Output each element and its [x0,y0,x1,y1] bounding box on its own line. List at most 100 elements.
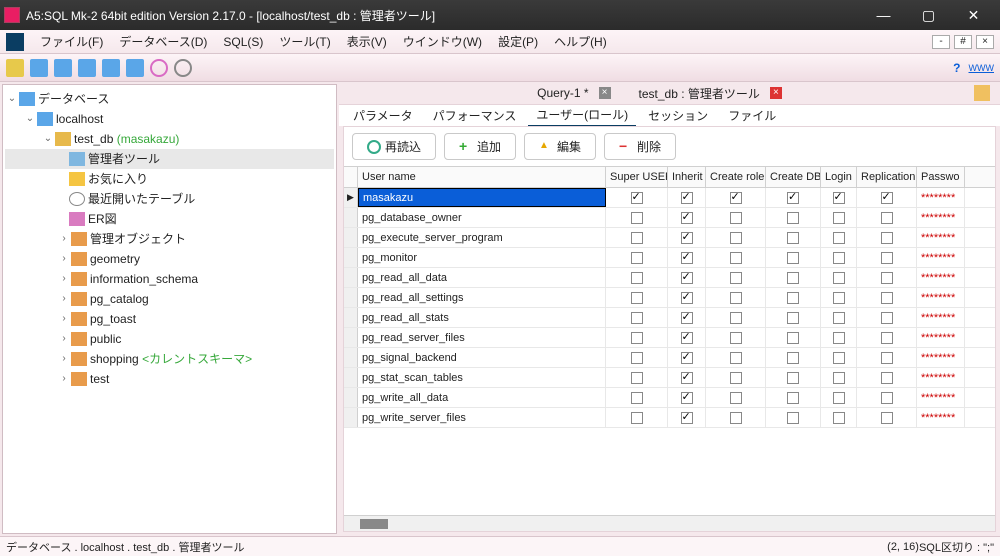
table-row[interactable]: pg_signal_backend******** [344,348,995,368]
menu-view[interactable]: 表示(V) [339,31,395,52]
checkbox[interactable] [730,372,742,384]
menu-help[interactable]: ヘルプ(H) [546,31,615,52]
cell-createdb[interactable] [766,368,821,387]
cell-createrole[interactable] [706,288,766,307]
cell-inherit[interactable] [668,228,706,247]
cell-super[interactable] [606,268,668,287]
cell-repl[interactable] [857,388,917,407]
tree-root[interactable]: データベース [38,90,109,108]
checkbox[interactable] [730,292,742,304]
col-login[interactable]: Login [821,167,857,187]
cell-name[interactable]: pg_read_server_files [358,328,606,347]
cell-login[interactable] [821,268,857,287]
checkbox[interactable] [787,272,799,284]
col-password[interactable]: Passwo [917,167,965,187]
checkbox[interactable] [787,212,799,224]
cell-createrole[interactable] [706,388,766,407]
cell-createdb[interactable] [766,308,821,327]
cell-createrole[interactable] [706,408,766,427]
tb-db2-icon[interactable] [78,59,96,77]
cell-createrole[interactable] [706,268,766,287]
cell-inherit[interactable] [668,408,706,427]
expand-icon[interactable]: ⌄ [41,132,55,146]
cell-repl[interactable] [857,328,917,347]
checkbox[interactable] [631,292,643,304]
checkbox[interactable] [631,232,643,244]
cell-name[interactable]: pg_stat_scan_tables [358,368,606,387]
checkbox[interactable] [681,392,693,404]
checkbox[interactable] [730,392,742,404]
cell-repl[interactable] [857,188,917,207]
menu-file[interactable]: ファイル(F) [32,31,111,52]
cell-login[interactable] [821,348,857,367]
cell-password[interactable]: ******** [917,288,965,307]
checkbox[interactable] [787,232,799,244]
cell-repl[interactable] [857,368,917,387]
edit-button[interactable]: ▲編集 [524,133,596,160]
tree-recent[interactable]: 最近開いたテーブル [88,190,195,208]
delete-button[interactable]: −削除 [604,133,676,160]
checkbox[interactable] [681,232,693,244]
menu-window[interactable]: ウインドウ(W) [395,31,490,52]
cell-createdb[interactable] [766,328,821,347]
cell-createdb[interactable] [766,248,821,267]
table-row[interactable]: pg_read_server_files ******** [344,328,995,348]
cell-super[interactable] [606,228,668,247]
checkbox[interactable] [833,272,845,284]
tb-circle-icon[interactable] [150,59,168,77]
tree-er[interactable]: ER図 [88,210,117,228]
expand-icon[interactable]: › [57,372,71,386]
table-row[interactable]: pg_read_all_stats******** [344,308,995,328]
checkbox[interactable] [833,352,845,364]
clipboard-icon[interactable] [974,85,990,101]
maximize-button[interactable]: ▢ [906,0,951,30]
cell-login[interactable] [821,408,857,427]
cell-createdb[interactable] [766,208,821,227]
tree-toast[interactable]: pg_toast [90,310,136,328]
cell-super[interactable] [606,308,668,327]
col-createrole[interactable]: Create role [706,167,766,187]
cell-repl[interactable] [857,288,917,307]
tree-db[interactable]: test_db [74,130,113,148]
checkbox[interactable] [833,372,845,384]
checkbox[interactable] [881,232,893,244]
expand-icon[interactable]: › [57,272,71,286]
expand-icon[interactable]: › [57,232,71,246]
expand-icon[interactable]: ⌄ [5,92,19,106]
mdi-min[interactable]: - [932,35,950,49]
col-username[interactable]: User name [358,167,606,187]
checkbox[interactable] [681,252,693,264]
cell-repl[interactable] [857,308,917,327]
checkbox[interactable] [730,212,742,224]
checkbox[interactable] [881,312,893,324]
cell-inherit[interactable] [668,188,706,207]
cell-super[interactable] [606,348,668,367]
checkbox[interactable] [631,252,643,264]
checkbox[interactable] [833,192,845,204]
subtab-file[interactable]: ファイル [720,105,784,126]
cell-inherit[interactable] [668,388,706,407]
cell-inherit[interactable] [668,348,706,367]
mdi-close[interactable]: × [976,35,994,49]
checkbox[interactable] [730,332,742,344]
menu-database[interactable]: データベース(D) [111,31,215,52]
cell-super[interactable] [606,328,668,347]
expand-icon[interactable]: › [57,292,71,306]
checkbox[interactable] [881,192,893,204]
cell-name[interactable]: pg_database_owner [358,208,606,227]
checkbox[interactable] [631,192,643,204]
cell-name[interactable]: pg_execute_server_program [358,228,606,247]
tree-fav[interactable]: お気に入り [88,170,148,188]
tb-db1-icon[interactable] [54,59,72,77]
cell-createdb[interactable] [766,228,821,247]
checkbox[interactable] [631,412,643,424]
checkbox[interactable] [881,292,893,304]
cell-password[interactable]: ******** [917,328,965,347]
cell-login[interactable] [821,308,857,327]
checkbox[interactable] [631,352,643,364]
checkbox[interactable] [833,332,845,344]
checkbox[interactable] [730,252,742,264]
checkbox[interactable] [681,312,693,324]
www-icon[interactable]: WWW [969,63,994,73]
cell-createrole[interactable] [706,188,766,207]
